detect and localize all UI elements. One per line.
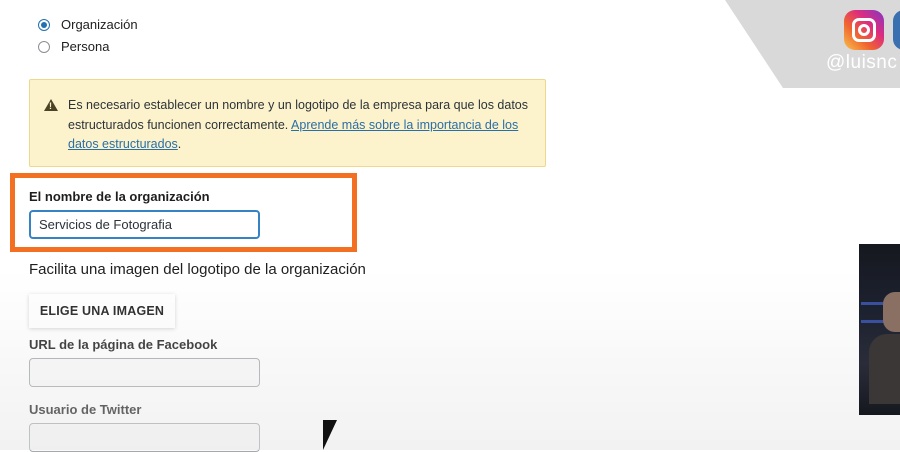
social-handle: @luisnc — [826, 52, 898, 73]
twitter-user-label: Usuario de Twitter — [29, 402, 142, 417]
radio-button-organization[interactable] — [38, 18, 50, 31]
twitter-user-input[interactable] — [29, 423, 260, 452]
instagram-icon — [844, 10, 884, 50]
facebook-url-label: URL de la página de Facebook — [29, 337, 218, 352]
warning-notice: Es necesario establecer un nombre y un l… — [29, 79, 546, 167]
radio-label-organization: Organización — [61, 17, 138, 32]
radio-person[interactable]: Persona — [38, 39, 109, 54]
radio-button-person[interactable] — [38, 40, 50, 53]
radio-organization[interactable]: Organización — [38, 17, 138, 32]
facebook-url-input[interactable] — [29, 358, 260, 387]
radio-label-person: Persona — [61, 39, 110, 54]
choose-image-button[interactable]: ELIGE UNA IMAGEN — [29, 294, 175, 328]
org-name-input[interactable] — [29, 210, 260, 239]
webcam-overlay — [859, 244, 900, 415]
webcam-person — [869, 334, 900, 404]
mouse-cursor-icon — [323, 420, 337, 450]
notice-suffix: . — [177, 137, 182, 151]
facebook-icon — [893, 10, 900, 50]
warning-icon — [44, 99, 58, 111]
logo-label: Facilita una imagen del logotipo de la o… — [29, 261, 366, 278]
webcam-face — [883, 292, 900, 332]
org-name-label: El nombre de la organización — [29, 189, 210, 204]
